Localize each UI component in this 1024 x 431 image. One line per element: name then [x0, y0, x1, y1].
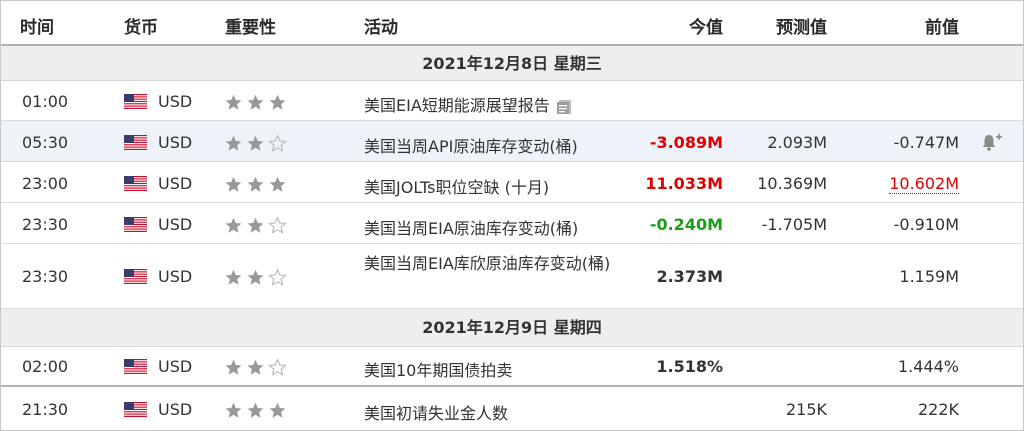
date-label: 2021年12月8日 星期三	[422, 54, 602, 73]
bell-plus-icon[interactable]	[981, 132, 1003, 152]
importance-stars	[224, 358, 287, 377]
table-row[interactable]: 02:00 USD 美国10年期国债拍卖 1.518% 1.444%	[1, 347, 1023, 387]
table-row[interactable]: 21:30 USD 美国初请失业金人数 215K 222K	[1, 387, 1023, 430]
event-previous: 1.444%	[897, 357, 959, 376]
event-currency: USD	[158, 267, 193, 286]
table-row[interactable]: 01:00 USD 美国EIA短期能源展望报告	[1, 81, 1023, 121]
star-filled-icon	[246, 134, 265, 153]
us-flag-icon	[124, 176, 147, 191]
header-forecast[interactable]: 预测值	[776, 13, 827, 38]
importance-stars	[224, 401, 287, 420]
star-filled-icon	[246, 401, 265, 420]
star-empty-icon	[268, 216, 287, 235]
star-filled-icon	[268, 93, 287, 112]
event-time: 23:30	[22, 267, 69, 286]
importance-stars	[224, 93, 287, 112]
event-actual: -3.089M	[649, 133, 723, 152]
event-currency: USD	[158, 357, 193, 376]
star-filled-icon	[246, 216, 265, 235]
star-filled-icon	[224, 93, 243, 112]
event-actual: 1.518%	[656, 357, 723, 376]
event-time: 21:30	[22, 400, 69, 419]
importance-stars	[224, 134, 287, 153]
event-forecast: 215K	[785, 400, 827, 419]
header-currency[interactable]: 货币	[124, 13, 158, 38]
event-previous: -0.747M	[893, 133, 959, 152]
table-row[interactable]: 05:30 USD 美国当周API原油库存变动(桶) -3.089M 2.093…	[1, 121, 1023, 162]
header-importance[interactable]: 重要性	[225, 13, 276, 38]
event-currency: USD	[158, 92, 193, 111]
us-flag-icon	[124, 269, 147, 284]
event-actual: 2.373M	[656, 267, 723, 286]
star-filled-icon	[224, 358, 243, 377]
document-icon[interactable]	[555, 98, 573, 116]
us-flag-icon	[124, 135, 147, 150]
table-header: 时间 货币 重要性 活动 今值 预测值 前值	[1, 1, 1023, 46]
event-forecast: 2.093M	[767, 133, 827, 152]
importance-stars	[224, 175, 287, 194]
star-filled-icon	[246, 268, 265, 287]
event-name[interactable]: 美国当周EIA库欣原油库存变动(桶)	[364, 251, 629, 276]
star-filled-icon	[268, 401, 287, 420]
event-name[interactable]: 美国10年期国债拍卖	[364, 357, 512, 381]
star-empty-icon	[268, 268, 287, 287]
event-name[interactable]: 美国EIA短期能源展望报告	[364, 92, 573, 116]
event-name[interactable]: 美国当周EIA原油库存变动(桶)	[364, 215, 578, 239]
event-actual: -0.240M	[649, 215, 723, 234]
importance-stars	[224, 216, 287, 235]
event-name[interactable]: 美国JOLTs职位空缺 (十月)	[364, 174, 549, 198]
event-time: 05:30	[22, 133, 69, 152]
event-name[interactable]: 美国当周API原油库存变动(桶)	[364, 133, 578, 157]
event-previous: 1.159M	[899, 267, 959, 286]
header-time[interactable]: 时间	[20, 13, 54, 38]
event-forecast: 10.369M	[757, 174, 827, 193]
star-filled-icon	[246, 93, 265, 112]
header-actual[interactable]: 今值	[689, 13, 723, 38]
header-event[interactable]: 活动	[364, 13, 398, 38]
event-actual: 11.033M	[645, 174, 723, 193]
event-time: 23:00	[22, 174, 69, 193]
event-time: 01:00	[22, 92, 69, 111]
star-filled-icon	[224, 401, 243, 420]
star-filled-icon	[224, 134, 243, 153]
table-row[interactable]: 23:30 USD 美国当周EIA库欣原油库存变动(桶) 2.373M 1.15…	[1, 244, 1023, 309]
event-name[interactable]: 美国初请失业金人数	[364, 400, 508, 424]
event-time: 23:30	[22, 215, 69, 234]
star-empty-icon	[268, 358, 287, 377]
header-previous[interactable]: 前值	[925, 13, 959, 38]
us-flag-icon	[124, 94, 147, 109]
us-flag-icon	[124, 217, 147, 232]
star-filled-icon	[224, 268, 243, 287]
star-empty-icon	[268, 134, 287, 153]
star-filled-icon	[268, 175, 287, 194]
economic-calendar-table: 时间 货币 重要性 活动 今值 预测值 前值 2021年12月8日 星期三 01…	[0, 0, 1024, 431]
importance-stars	[224, 268, 287, 287]
event-currency: USD	[158, 174, 193, 193]
us-flag-icon	[124, 402, 147, 417]
event-currency: USD	[158, 400, 193, 419]
event-forecast: -1.705M	[761, 215, 827, 234]
event-previous: -0.910M	[893, 215, 959, 234]
star-filled-icon	[224, 216, 243, 235]
event-previous: 222K	[917, 400, 959, 419]
event-currency: USD	[158, 133, 193, 152]
event-previous-revised[interactable]: 10.602M	[889, 174, 959, 194]
star-filled-icon	[246, 358, 265, 377]
date-label: 2021年12月9日 星期四	[422, 318, 602, 337]
table-row[interactable]: 23:00 USD 美国JOLTs职位空缺 (十月) 11.033M 10.36…	[1, 162, 1023, 203]
star-filled-icon	[224, 175, 243, 194]
event-name-text[interactable]: 美国EIA短期能源展望报告	[364, 96, 550, 115]
date-row: 2021年12月8日 星期三	[1, 46, 1023, 81]
event-currency: USD	[158, 215, 193, 234]
date-row: 2021年12月9日 星期四	[1, 309, 1023, 347]
us-flag-icon	[124, 359, 147, 374]
event-time: 02:00	[22, 357, 69, 376]
table-row[interactable]: 23:30 USD 美国当周EIA原油库存变动(桶) -0.240M -1.70…	[1, 203, 1023, 244]
star-filled-icon	[246, 175, 265, 194]
